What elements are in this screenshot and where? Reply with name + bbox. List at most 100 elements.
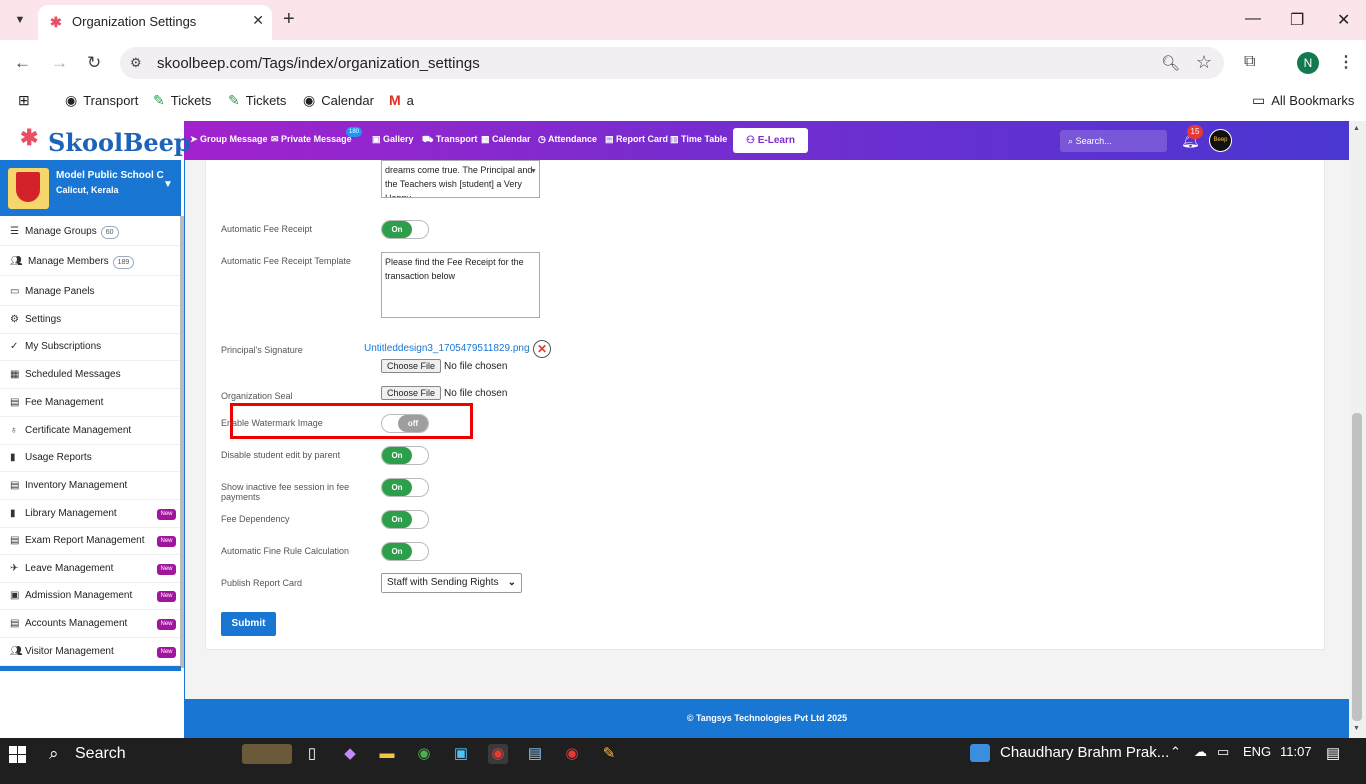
sidebar-item-usage-reports[interactable]: ▮ Usage Reports <box>0 444 180 472</box>
logo[interactable]: ✱ SkoolBeep <box>0 121 191 160</box>
close-window-icon[interactable]: ✕ <box>1337 10 1350 30</box>
tab-title: Organization Settings <box>72 14 197 29</box>
restore-icon[interactable]: ❐ <box>1290 10 1304 30</box>
tab-search-button[interactable]: ▼ <box>8 8 32 32</box>
new-tab-icon[interactable]: + <box>283 8 295 30</box>
chrome-icon[interactable]: ◉ <box>414 744 434 764</box>
chevron-down-icon[interactable]: ▼ <box>163 179 173 190</box>
sidebar-item-accounts-management[interactable]: ▤ Accounts Management New <box>0 610 180 638</box>
sidebar-scrollbar[interactable] <box>180 216 184 668</box>
sidebar-item-my-subscriptions[interactable]: ✓ My Subscriptions <box>0 333 180 361</box>
chrome-active-icon[interactable]: ◉ <box>488 744 508 764</box>
nav-group-message[interactable]: ➤ Group Message <box>190 134 268 145</box>
sidebar-item-fee-management[interactable]: ▤ Fee Management <box>0 389 180 417</box>
address-bar[interactable]: ⚙ skoolbeep.com/Tags/index/organization_… <box>120 47 1224 79</box>
extensions-icon[interactable]: ⧉ <box>1244 53 1255 71</box>
fine-rule-toggle[interactable]: On <box>381 542 429 561</box>
taskbar-search[interactable]: Search <box>75 745 126 763</box>
url-text[interactable]: skoolbeep.com/Tags/index/organization_se… <box>157 55 480 72</box>
bookmark-tickets-1[interactable]: ✎ Tickets <box>153 92 211 109</box>
signature-file-input[interactable]: Choose File No file chosen <box>381 359 507 373</box>
back-icon[interactable]: ← <box>14 53 31 73</box>
bookmark-star-icon[interactable]: ☆ <box>1196 52 1212 73</box>
user-avatar[interactable]: Beep <box>1209 129 1232 152</box>
scrollbar-thumb[interactable] <box>1352 413 1362 721</box>
sidebar-item-visitor-management[interactable]: 👥︎ Visitor Management New <box>0 638 180 666</box>
sidebar-item-label: Accounts Management <box>25 618 128 629</box>
sidebar-item-certificate-management[interactable]: ♁ Certificate Management <box>0 417 180 445</box>
apps-grid-icon[interactable]: ⊞ <box>18 92 36 109</box>
nav-time-table[interactable]: ▥ Time Table <box>670 134 727 145</box>
elearn-button[interactable]: ⚇ E-Learn <box>733 128 808 153</box>
user-widget-icon[interactable] <box>970 744 990 762</box>
auto-fee-receipt-toggle[interactable]: On <box>381 220 429 239</box>
watermark-toggle[interactable]: off <box>381 414 429 433</box>
file-explorer-icon[interactable]: ▬ <box>377 744 397 764</box>
chrome-profile-icon[interactable]: ◉ <box>562 744 582 764</box>
nav-transport[interactable]: ⛟ Transport <box>422 134 477 146</box>
forward-icon[interactable]: → <box>51 53 68 73</box>
birthday-message-textarea[interactable]: dreams come true. The Principal and the … <box>381 160 540 198</box>
sidebar-item-inventory-management[interactable]: ▤ Inventory Management <box>0 472 180 500</box>
header-search-input[interactable]: ⌕ Search... <box>1060 130 1167 152</box>
battery-icon[interactable]: ▭ <box>1217 744 1229 760</box>
copilot-icon[interactable]: ◆ <box>340 744 360 764</box>
search-icon[interactable]: ⌕ <box>49 744 59 764</box>
remove-signature-icon[interactable]: ✕ <box>533 340 551 358</box>
news-widget-icon[interactable] <box>242 744 292 764</box>
school-selector[interactable]: Model Public School C Calicut, Kerala ▼ <box>0 160 181 216</box>
nav-private-message[interactable]: ✉ Private Message <box>271 134 352 145</box>
inactive-fee-toggle[interactable]: On <box>381 478 429 497</box>
disable-edit-toggle[interactable]: On <box>381 446 429 465</box>
store-icon[interactable]: ▣ <box>451 744 471 764</box>
nav-calendar[interactable]: ▦ Calendar <box>481 134 531 145</box>
reload-icon[interactable]: ↻ <box>87 53 101 73</box>
sidebar-item-manage-panels[interactable]: ▭ Manage Panels <box>0 278 180 306</box>
nav-gallery[interactable]: ▣ Gallery <box>372 134 414 145</box>
sidebar-item-manage-groups[interactable]: ☰ Manage Groups 60 <box>0 218 180 246</box>
org-seal-file-input[interactable]: Choose File No file chosen <box>381 386 507 400</box>
tray-chevron-icon[interactable]: ⌃ <box>1170 744 1181 760</box>
scroll-down-icon[interactable]: ▼ <box>1353 725 1360 732</box>
browser-menu-icon[interactable]: ⋮ <box>1338 52 1354 72</box>
close-tab-icon[interactable]: ✕ <box>252 12 264 29</box>
bookmark-calendar[interactable]: ◉ Calendar <box>303 92 374 109</box>
site-info-icon[interactable]: ⚙ <box>130 55 142 71</box>
fee-dependency-toggle[interactable]: On <box>381 510 429 529</box>
sidebar-item-settings[interactable]: ⚙ Settings <box>0 306 180 334</box>
textarea-scroll-down-icon[interactable]: ▼ <box>530 168 537 175</box>
paint-icon[interactable]: ✎ <box>599 744 619 764</box>
sidebar-item-leave-management[interactable]: ✈ Leave Management New <box>0 555 180 583</box>
clock[interactable]: 11:07 <box>1280 744 1312 759</box>
minimize-icon[interactable]: — <box>1245 10 1261 28</box>
sidebar-item-admission-management[interactable]: ▣ Admission Management New <box>0 582 180 610</box>
sidebar-item-scheduled-messages[interactable]: ▦ Scheduled Messages <box>0 361 180 389</box>
gear-icon: ⚙ <box>10 314 19 325</box>
page-scrollbar[interactable]: ▲ ▼ <box>1349 121 1366 738</box>
all-bookmarks[interactable]: ▭ All Bookmarks <box>1252 92 1354 109</box>
nav-report-card[interactable]: ▤ Report Card <box>605 134 668 145</box>
profile-avatar[interactable]: N <box>1297 52 1319 74</box>
scroll-up-icon[interactable]: ▲ <box>1353 125 1360 132</box>
task-view-icon[interactable]: ▯ <box>302 744 322 764</box>
onedrive-icon[interactable]: ☁ <box>1194 744 1207 760</box>
submit-button[interactable]: Submit <box>221 612 276 636</box>
notepad-icon[interactable]: ▤ <box>525 744 545 764</box>
bookmark-tickets-2[interactable]: ✎ Tickets <box>228 92 286 109</box>
sidebar-item-exam-report-management[interactable]: ▤ Exam Report Management New <box>0 527 180 555</box>
windows-start-icon[interactable] <box>9 746 26 763</box>
bookmark-gmail[interactable]: Ma <box>389 92 414 108</box>
notifications-icon[interactable]: ▤ <box>1326 744 1340 762</box>
taskbar-user-label[interactable]: Chaudhary Brahm Prak... <box>1000 744 1169 761</box>
sidebar-item-library-management[interactable]: ▮ Library Management New <box>0 500 180 528</box>
language-indicator[interactable]: ENG <box>1243 744 1271 759</box>
school-location: Calicut, Kerala <box>56 185 119 195</box>
sidebar-item-manage-members[interactable]: 👥︎ Manage Members 189 <box>0 248 180 276</box>
auto-fee-template-textarea[interactable]: Please find the Fee Receipt for the tran… <box>381 252 540 318</box>
bookmark-transport[interactable]: ◉ Transport <box>65 92 138 109</box>
principal-signature-file-link[interactable]: Untitleddesign3_1705479511829.png <box>364 343 530 354</box>
browser-tab[interactable]: ✱ Organization Settings ✕ <box>38 5 272 40</box>
zoom-icon[interactable]: 🔍︎ <box>1161 54 1180 72</box>
publish-report-select[interactable]: Staff with Sending Rights ⌄ <box>381 573 522 593</box>
nav-attendance[interactable]: ◷ Attendance <box>538 134 597 145</box>
